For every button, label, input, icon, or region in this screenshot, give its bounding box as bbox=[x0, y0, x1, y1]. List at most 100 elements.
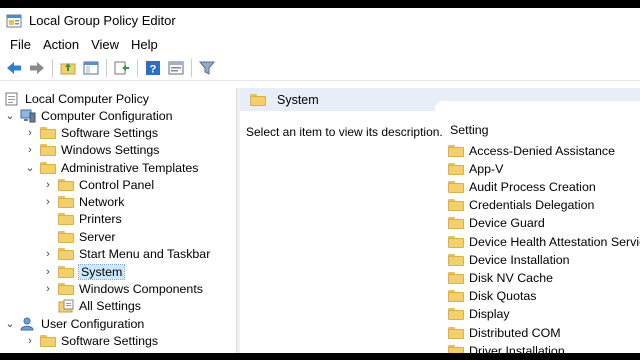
tree-label: Software Settings bbox=[61, 333, 159, 348]
folder-icon bbox=[58, 195, 74, 208]
setting-row[interactable]: Credentials Delegation bbox=[448, 197, 594, 214]
tree-item-software-settings[interactable]: › Software Settings bbox=[24, 124, 158, 141]
tree-item-server[interactable]: Server bbox=[42, 228, 116, 245]
tree-label: Control Panel bbox=[79, 177, 155, 192]
setting-row[interactable]: App-V bbox=[448, 160, 503, 177]
folder-icon bbox=[250, 93, 266, 106]
tree-label: Local Computer Policy bbox=[25, 91, 149, 106]
title-bar: Local Group Policy Editor bbox=[0, 8, 640, 33]
folder-icon bbox=[448, 199, 464, 212]
menu-action[interactable]: Action bbox=[43, 37, 79, 52]
back-button[interactable] bbox=[4, 58, 24, 78]
chevron-right-icon[interactable]: › bbox=[42, 179, 54, 191]
setting-row[interactable]: Device Installation bbox=[448, 251, 570, 268]
setting-row[interactable]: Disk NV Cache bbox=[448, 269, 553, 286]
menu-help[interactable]: Help bbox=[131, 37, 158, 52]
chevron-right-icon[interactable]: › bbox=[24, 127, 36, 139]
toolbar: ? bbox=[0, 56, 640, 81]
chevron-right-icon[interactable]: › bbox=[42, 283, 54, 295]
window-title: Local Group Policy Editor bbox=[29, 13, 176, 28]
folder-icon bbox=[448, 180, 464, 193]
setting-row[interactable]: Distributed COM bbox=[448, 324, 561, 341]
chevron-down-icon[interactable]: ⌄ bbox=[4, 109, 16, 122]
export-list-button[interactable] bbox=[112, 58, 132, 78]
setting-row[interactable]: Driver Installation bbox=[448, 342, 565, 353]
setting-row[interactable]: Access-Denied Assistance bbox=[448, 142, 615, 159]
folder-icon bbox=[58, 178, 74, 191]
setting-label: Device Installation bbox=[469, 252, 570, 267]
tree-item-administrative-templates[interactable]: ⌄ Administrative Templates bbox=[24, 159, 199, 176]
setting-label: Disk Quotas bbox=[469, 289, 537, 304]
folder-icon bbox=[58, 230, 74, 243]
setting-label: App-V bbox=[469, 161, 504, 176]
setting-label: Driver Installation bbox=[469, 343, 565, 353]
forward-arrow-icon bbox=[30, 62, 44, 74]
chevron-right-icon[interactable]: › bbox=[42, 248, 54, 260]
folder-icon bbox=[448, 217, 464, 230]
tree-label: Computer Configuration bbox=[41, 108, 173, 123]
folder-icon bbox=[58, 282, 74, 295]
chevron-down-icon[interactable]: ⌄ bbox=[4, 317, 16, 330]
setting-label: Credentials Delegation bbox=[469, 198, 595, 213]
tree-item-printers[interactable]: Printers bbox=[42, 210, 122, 227]
tree-item-start-menu-taskbar[interactable]: › Start Menu and Taskbar bbox=[42, 245, 210, 262]
back-arrow-icon bbox=[7, 62, 21, 74]
setting-label: Display bbox=[469, 307, 510, 322]
up-one-level-button[interactable] bbox=[58, 58, 78, 78]
folder-icon bbox=[58, 212, 74, 225]
folder-icon bbox=[448, 308, 464, 321]
menu-file[interactable]: File bbox=[10, 37, 31, 52]
export-list-icon bbox=[114, 61, 129, 75]
menu-bar: File Action View Help bbox=[0, 33, 640, 56]
tree-label: Network bbox=[79, 194, 125, 209]
folder-icon bbox=[40, 126, 56, 139]
tree-item-system[interactable]: › System bbox=[42, 263, 126, 280]
help-button[interactable]: ? bbox=[143, 58, 163, 78]
tree-item-all-settings[interactable]: All Settings bbox=[42, 297, 141, 314]
app-icon bbox=[6, 14, 22, 28]
setting-row[interactable]: Audit Process Creation bbox=[448, 178, 596, 195]
setting-row[interactable]: Display bbox=[448, 306, 510, 323]
setting-label: Disk NV Cache bbox=[469, 270, 554, 285]
toolbar-separator bbox=[106, 59, 107, 77]
show-hide-tree-button[interactable] bbox=[81, 58, 101, 78]
tree-item-user-software-settings[interactable]: › Software Settings bbox=[24, 332, 158, 349]
tree-item-local-computer-policy[interactable]: Local Computer Policy bbox=[4, 90, 149, 107]
folder-icon bbox=[40, 161, 56, 174]
setting-row[interactable]: Disk Quotas bbox=[448, 288, 536, 305]
setting-label: Distributed COM bbox=[469, 325, 561, 340]
folder-icon bbox=[448, 326, 464, 339]
folder-icon bbox=[448, 344, 464, 353]
toolbar-separator bbox=[52, 59, 53, 77]
chevron-right-icon[interactable]: › bbox=[42, 266, 54, 278]
setting-label: Access-Denied Assistance bbox=[469, 143, 616, 158]
tree-label: Administrative Templates bbox=[61, 160, 199, 175]
tree-label: Start Menu and Taskbar bbox=[79, 246, 211, 261]
chevron-down-icon[interactable]: ⌄ bbox=[24, 161, 36, 174]
properties-icon bbox=[168, 61, 184, 75]
menu-view[interactable]: View bbox=[91, 37, 119, 52]
tree-item-control-panel[interactable]: › Control Panel bbox=[42, 176, 154, 193]
forward-button[interactable] bbox=[27, 58, 47, 78]
tree-item-windows-components[interactable]: › Windows Components bbox=[42, 280, 203, 297]
filter-button[interactable] bbox=[197, 58, 217, 78]
tree-label-selected: System bbox=[77, 263, 126, 280]
tree-item-windows-settings[interactable]: › Windows Settings bbox=[24, 141, 159, 158]
tree-label: Windows Components bbox=[79, 281, 203, 296]
tree-item-network[interactable]: › Network bbox=[42, 193, 124, 210]
all-settings-icon bbox=[58, 299, 74, 312]
setting-row[interactable]: Device Health Attestation Service bbox=[448, 233, 640, 250]
help-icon: ? bbox=[146, 61, 160, 76]
tree-label: All Settings bbox=[79, 298, 141, 313]
column-header-setting[interactable]: Setting bbox=[450, 123, 489, 137]
setting-row[interactable]: Device Guard bbox=[448, 215, 545, 232]
chevron-right-icon[interactable]: › bbox=[24, 335, 36, 347]
details-pane: System Select an item to view its descri… bbox=[240, 88, 640, 353]
chevron-right-icon[interactable]: › bbox=[42, 196, 54, 208]
tree-pane: Local Computer Policy ⌄ Computer Configu… bbox=[0, 88, 236, 353]
tree-label: Software Settings bbox=[61, 125, 159, 140]
tree-item-user-configuration[interactable]: ⌄ User Configuration bbox=[4, 315, 144, 332]
chevron-right-icon[interactable]: › bbox=[24, 144, 36, 156]
tree-item-computer-configuration[interactable]: ⌄ Computer Configuration bbox=[4, 107, 173, 124]
properties-button[interactable] bbox=[166, 58, 186, 78]
